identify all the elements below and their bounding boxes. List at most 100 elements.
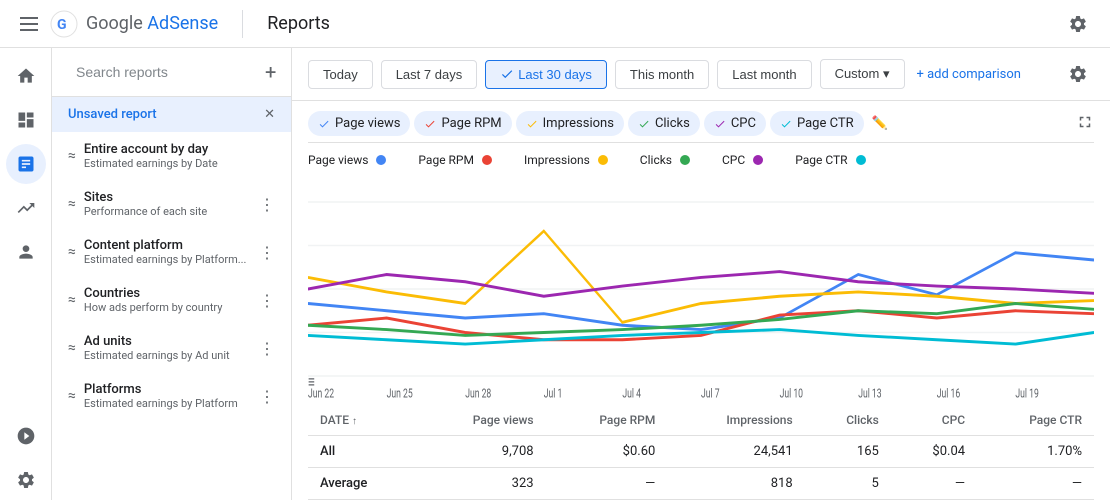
- legend-page-ctr: Page CTR: [795, 153, 865, 167]
- report-item-left-2: ≈ Entire account by day Estimated earnin…: [68, 142, 275, 170]
- header-right: [1062, 8, 1094, 40]
- report-item-entire-account[interactable]: ≈ Entire account by day Estimated earnin…: [52, 132, 291, 180]
- report-item-sites[interactable]: ≈ Sites Performance of each site ⋮: [52, 180, 291, 228]
- report-sub-2: Performance of each site: [84, 205, 207, 218]
- report-item-left-7: ≈ Platforms Estimated earnings by Platfo…: [68, 382, 259, 410]
- report-item-platforms[interactable]: ≈ Platforms Estimated earnings by Platfo…: [52, 372, 291, 420]
- reports-sidebar: + Unsaved report ✕ ≈ Entire account by d…: [52, 48, 292, 500]
- report-sub-5: Estimated earnings by Ad unit: [84, 349, 230, 362]
- col-header-clicks[interactable]: Clicks: [805, 405, 891, 436]
- report-item-ad-units[interactable]: ≈ Ad units Estimated earnings by Ad unit…: [52, 324, 291, 372]
- col-header-impressions[interactable]: Impressions: [667, 405, 804, 436]
- cell-impressions-all: 24,541: [667, 436, 804, 468]
- metric-label-cpc: CPC: [731, 116, 756, 131]
- metric-label-page-views: Page views: [335, 116, 400, 131]
- nav-home[interactable]: [6, 56, 46, 96]
- header: G Google AdSense Reports: [0, 0, 1110, 48]
- table-row-all: All 9,708 $0.60 24,541 165 $0.04 1.70%: [308, 436, 1094, 468]
- settings-button[interactable]: [1062, 8, 1094, 40]
- svg-text:Jul 7: Jul 7: [701, 386, 720, 401]
- nav-optimization[interactable]: [6, 188, 46, 228]
- close-report-icon[interactable]: ✕: [264, 107, 275, 122]
- legend-dot-page-rpm: [482, 155, 492, 165]
- filter-this-month[interactable]: This month: [615, 60, 709, 89]
- data-table-container: DATE ↑ Page views Page RPM Impressions C…: [308, 405, 1094, 500]
- report-settings-button[interactable]: [1062, 58, 1094, 90]
- add-report-button[interactable]: +: [265, 60, 276, 84]
- adsense-logo-icon: G: [50, 10, 78, 38]
- col-header-cpc[interactable]: CPC: [891, 405, 977, 436]
- filter-last-month[interactable]: Last month: [717, 60, 811, 89]
- chart-container: Jun 22 Jun 25 Jun 28 Jul 1 Jul 4 Jul 7 J…: [308, 173, 1094, 405]
- cell-cpc-all: $0.04: [891, 436, 977, 468]
- svg-text:≡: ≡: [308, 371, 315, 392]
- metric-tab-clicks[interactable]: Clicks: [628, 111, 700, 136]
- col-header-page-rpm[interactable]: Page RPM: [546, 405, 668, 436]
- col-header-page-views[interactable]: Page views: [417, 405, 546, 436]
- filter-last-7[interactable]: Last 7 days: [381, 60, 478, 89]
- nav-overview[interactable]: [6, 100, 46, 140]
- report-title-unsaved: Unsaved report: [68, 107, 157, 122]
- legend-dot-page-views: [376, 155, 386, 165]
- report-title-5: Ad units: [84, 334, 230, 349]
- table-row-average: Average 323 — 818 5 — —: [308, 468, 1094, 500]
- report-title-1: Entire account by day: [84, 142, 218, 157]
- more-options-sites[interactable]: ⋮: [259, 195, 275, 214]
- report-title-4: Countries: [84, 286, 223, 301]
- date-filter-bar: Today Last 7 days Last 30 days This mont…: [292, 48, 1110, 101]
- cell-page-views-avg: 323: [417, 468, 546, 500]
- logo-text: Google AdSense: [86, 13, 218, 34]
- search-input[interactable]: [76, 64, 257, 80]
- more-options-content[interactable]: ⋮: [259, 243, 275, 262]
- metric-tab-impressions[interactable]: Impressions: [516, 111, 624, 136]
- more-options-ad-units[interactable]: ⋮: [259, 339, 275, 358]
- filter-last-30[interactable]: Last 30 days: [485, 60, 607, 89]
- main-content: Today Last 7 days Last 30 days This mont…: [292, 48, 1110, 500]
- legend-dot-clicks: [680, 155, 690, 165]
- metric-label-impressions: Impressions: [543, 116, 614, 131]
- edit-metrics-icon[interactable]: ✏️: [868, 112, 892, 135]
- metric-tab-page-views[interactable]: Page views: [308, 111, 410, 136]
- report-item-unsaved[interactable]: Unsaved report ✕: [52, 97, 291, 132]
- more-options-platforms[interactable]: ⋮: [259, 387, 275, 406]
- cell-page-views-all: 9,708: [417, 436, 546, 468]
- svg-text:Jun 28: Jun 28: [465, 386, 491, 401]
- more-options-countries[interactable]: ⋮: [259, 291, 275, 310]
- col-header-date[interactable]: DATE ↑: [308, 405, 417, 436]
- legend-impressions: Impressions: [524, 153, 608, 167]
- col-header-page-ctr[interactable]: Page CTR: [977, 405, 1094, 436]
- legend-page-views: Page views: [308, 153, 386, 167]
- legend-clicks: Clicks: [640, 153, 690, 167]
- chart-legend: Page views Page RPM Impressions Clicks C…: [308, 143, 1094, 173]
- svg-text:Jul 16: Jul 16: [937, 386, 960, 401]
- add-comparison-button[interactable]: + add comparison: [917, 67, 1021, 82]
- nav-users[interactable]: [6, 232, 46, 272]
- chart-icon-4: ≈: [68, 292, 76, 308]
- metric-label-clicks: Clicks: [655, 116, 690, 131]
- svg-text:Jul 1: Jul 1: [544, 386, 563, 401]
- nav-block[interactable]: [6, 416, 46, 456]
- report-item-content-platform[interactable]: ≈ Content platform Estimated earnings by…: [52, 228, 291, 276]
- svg-text:Jul 4: Jul 4: [622, 386, 641, 401]
- metric-tab-page-rpm[interactable]: Page RPM: [414, 111, 511, 136]
- report-sub-3: Estimated earnings by Platform...: [84, 253, 247, 266]
- nav-reports[interactable]: [6, 144, 46, 184]
- expand-chart-icon[interactable]: [1076, 113, 1094, 135]
- metric-tab-cpc[interactable]: CPC: [704, 111, 766, 136]
- search-bar-container: +: [52, 48, 291, 97]
- hamburger-menu[interactable]: [16, 13, 42, 35]
- cell-page-rpm-avg: —: [546, 468, 668, 500]
- sort-icon: ↑: [352, 416, 357, 427]
- legend-label-cpc: CPC: [722, 153, 745, 167]
- cell-impressions-avg: 818: [667, 468, 804, 500]
- nav-settings[interactable]: [6, 460, 46, 500]
- filter-custom[interactable]: Custom ▾: [820, 59, 905, 89]
- filter-today[interactable]: Today: [308, 60, 373, 89]
- legend-label-page-rpm: Page RPM: [418, 153, 474, 167]
- legend-cpc: CPC: [722, 153, 763, 167]
- metric-tab-page-ctr[interactable]: Page CTR: [770, 111, 864, 136]
- cell-label-average: Average: [308, 468, 417, 500]
- report-item-countries[interactable]: ≈ Countries How ads perform by country ⋮: [52, 276, 291, 324]
- svg-text:Jun 25: Jun 25: [387, 386, 413, 401]
- metric-label-page-rpm: Page RPM: [441, 116, 501, 131]
